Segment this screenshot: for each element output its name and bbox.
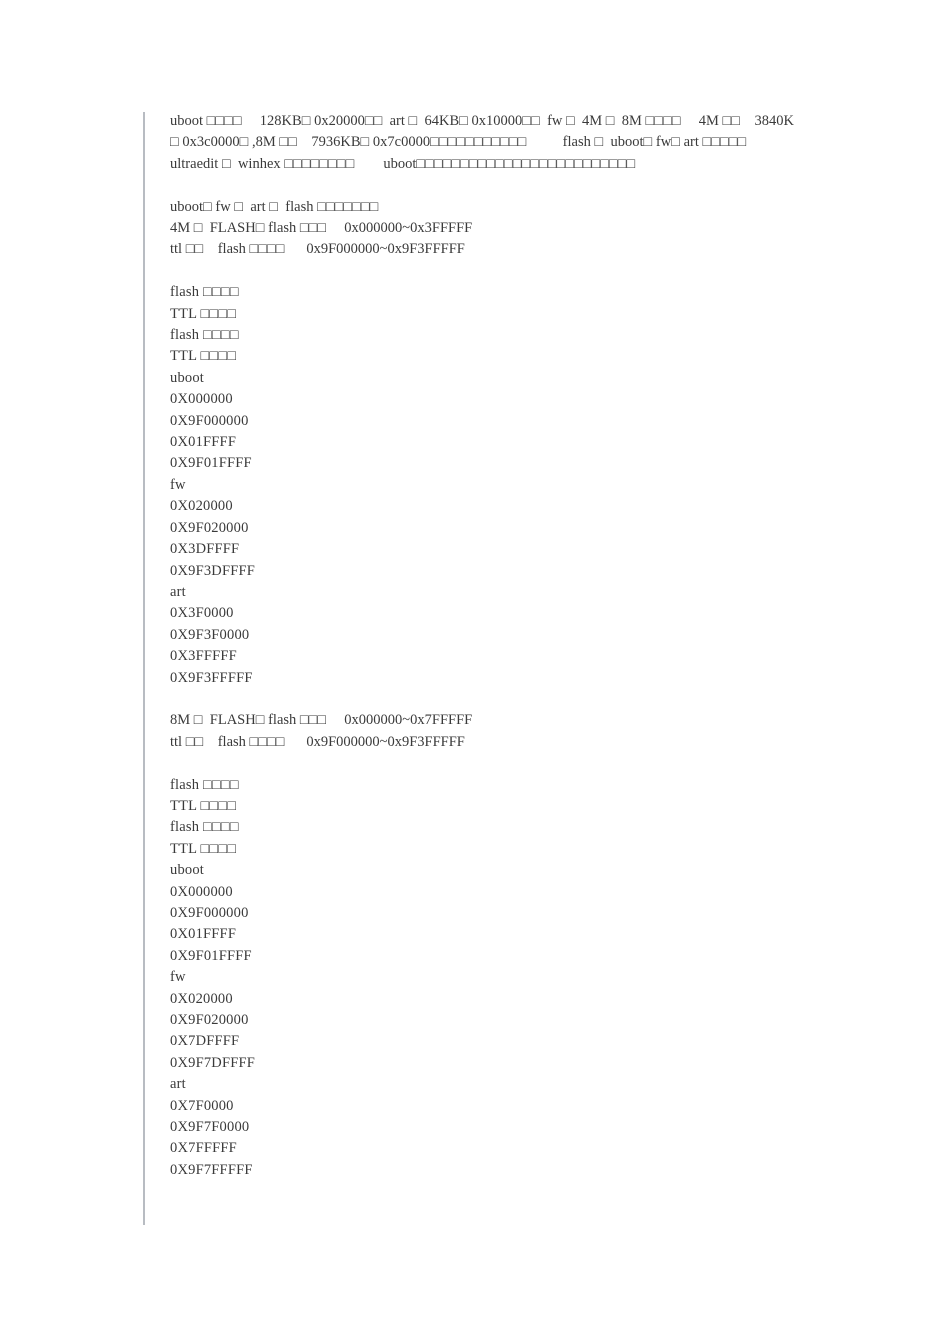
partition-name-fw-8m: fw — [170, 969, 186, 986]
label-ttl-end-4m: TTL □□□□ — [170, 348, 237, 365]
address-value: 0X7FFFFF — [170, 1140, 237, 1157]
address-value: 0X000000 — [170, 883, 233, 900]
partition-name-uboot-8m: uboot — [170, 862, 205, 879]
label-ttl-start-8m: TTL □□□□ — [170, 797, 237, 814]
address-value: 0X9F3FFFFF — [170, 669, 253, 686]
label-ttl-start-4m: TTL □□□□ — [170, 305, 237, 322]
summary-8m-ttl-range: ttl □□ flash □□□□ 0x9F000000~0x9F3FFFFF — [170, 733, 465, 750]
partition-name-uboot-4m: uboot — [170, 369, 205, 386]
intro-paragraph: uboot □□□□ 128KB□ 0x20000□□ art □ 64KB□ … — [170, 111, 930, 175]
document-content: uboot □□□□ 128KB□ 0x20000□□ art □ 64KB□ … — [170, 111, 930, 1181]
label-flash-end-8m: flash □□□□ — [170, 819, 239, 836]
summary-block: uboot□ fw □ art □ flash □□□□□□□ 4M □ FLA… — [170, 197, 930, 261]
address-value: 0X9F3F0000 — [170, 626, 250, 643]
intro-line-2: □ 0x3c0000□ ,8M □□ 7936KB□ 0x7c0000□□□□□… — [170, 134, 747, 151]
address-value: 0X9F020000 — [170, 519, 249, 536]
address-value: 0X020000 — [170, 498, 233, 515]
address-value: 0X9F7FFFFF — [170, 1161, 253, 1178]
revision-margin-bar — [143, 112, 145, 1225]
intro-line-3: ultraedit □ winhex □□□□□□□□ uboot□□□□□□□… — [170, 155, 636, 172]
address-value: 0X9F3DFFFF — [170, 562, 256, 579]
address-value: 0X9F000000 — [170, 904, 249, 921]
summary-4m-ttl-range: ttl □□ flash □□□□ 0x9F000000~0x9F3FFFFF — [170, 241, 465, 258]
summary-heading: uboot□ fw □ art □ flash □□□□□□□ — [170, 198, 379, 215]
address-value: 0X9F01FFFF — [170, 947, 252, 964]
intro-line-1: uboot □□□□ 128KB□ 0x20000□□ art □ 64KB□ … — [170, 113, 794, 129]
label-flash-start-4m: flash □□□□ — [170, 284, 239, 301]
address-value: 0X3FFFFF — [170, 648, 237, 665]
partition-name-fw-4m: fw — [170, 476, 186, 493]
document-page: uboot □□□□ 128KB□ 0x20000□□ art □ 64KB□ … — [0, 0, 950, 1344]
partition-name-art-8m: art — [170, 1076, 186, 1093]
address-value: 0X9F01FFFF — [170, 455, 252, 472]
address-value: 0X9F000000 — [170, 412, 249, 429]
label-ttl-end-8m: TTL □□□□ — [170, 840, 237, 857]
address-value: 0X9F020000 — [170, 1012, 249, 1028]
address-value: 0X9F7DFFFF — [170, 1054, 256, 1071]
label-flash-end-4m: flash □□□□ — [170, 327, 239, 344]
section-8m-header: 8M □ FLASH□ flash □□□ 0x000000~0x7FFFFF … — [170, 710, 930, 753]
summary-8m-flash-range: 8M □ FLASH□ flash □□□ 0x000000~0x7FFFFF — [170, 712, 473, 729]
address-value: 0X7DFFFF — [170, 1033, 240, 1050]
address-value: 0X000000 — [170, 391, 233, 408]
summary-4m-flash-range: 4M □ FLASH□ flash □□□ 0x000000~0x3FFFFF — [170, 220, 473, 237]
address-value: 0X3F0000 — [170, 605, 234, 622]
flash-8m-block: flash □□□□ TTL □□□□ flash □□□□ TTL □□□□ … — [170, 775, 930, 1182]
partition-name-art-4m: art — [170, 583, 186, 600]
address-value: 0X01FFFF — [170, 434, 237, 451]
flash-4m-block: flash □□□□ TTL □□□□ flash □□□□ TTL □□□□ … — [170, 282, 930, 689]
label-flash-start-8m: flash □□□□ — [170, 776, 239, 793]
address-value: 0X9F7F0000 — [170, 1119, 250, 1136]
address-value: 0X020000 — [170, 990, 233, 1007]
address-value: 0X3DFFFF — [170, 541, 240, 558]
address-value: 0X01FFFF — [170, 926, 237, 943]
address-value: 0X7F0000 — [170, 1097, 234, 1114]
